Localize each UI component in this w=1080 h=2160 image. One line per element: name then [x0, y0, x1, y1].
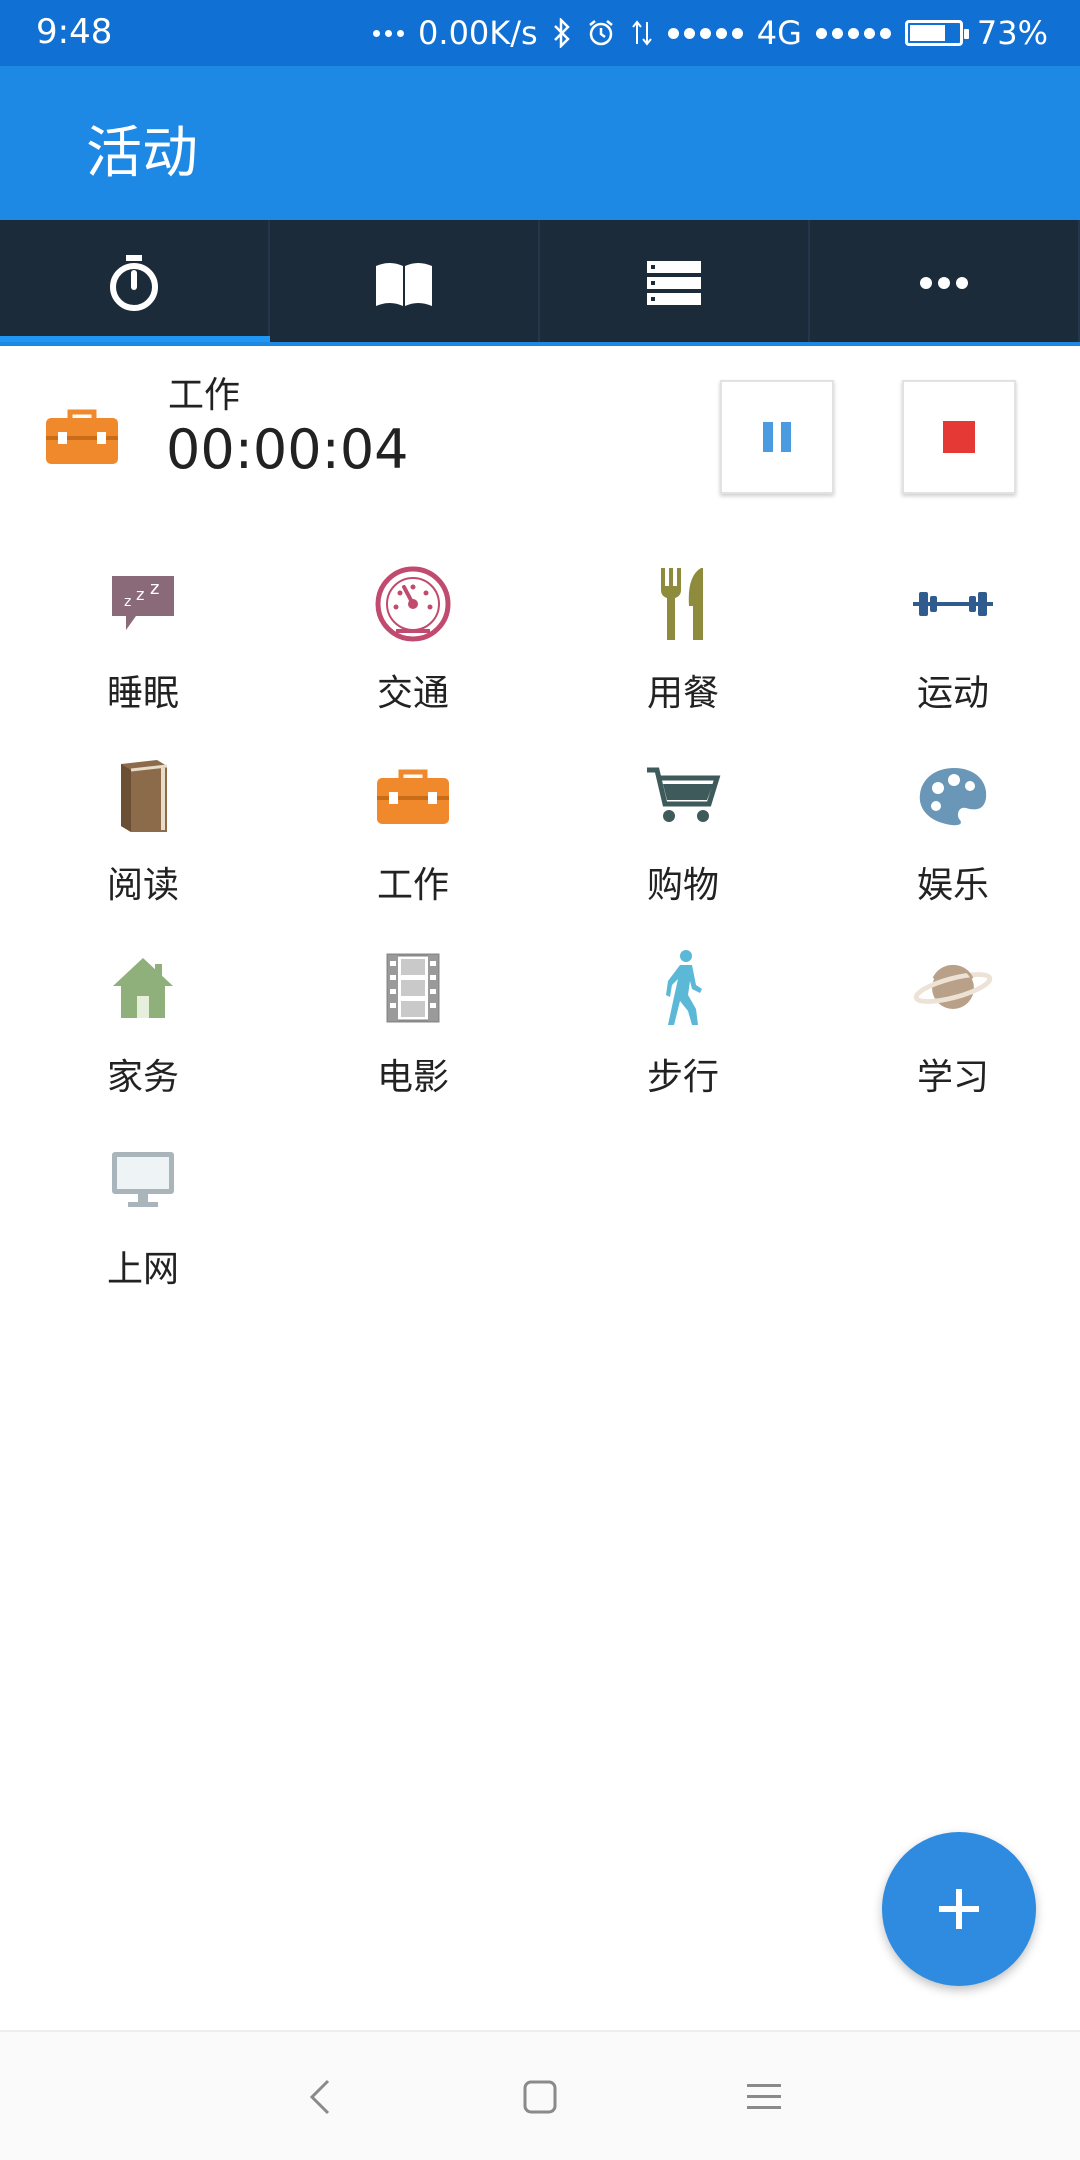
menu-button[interactable]: [724, 2062, 804, 2132]
activity-transport[interactable]: 交通: [270, 540, 540, 730]
current-activity-timer: 00:00:04: [166, 418, 409, 481]
palette-icon: [919, 768, 987, 826]
activity-label: 工作: [376, 865, 449, 906]
activity-label: 阅读: [106, 865, 179, 906]
activity-label: 娱乐: [916, 865, 989, 906]
stop-icon: [943, 421, 975, 453]
status-bar: 9:48 0.00K/s 4G 73%: [0, 0, 1080, 66]
activity-label: 购物: [646, 865, 719, 906]
list-icon: [647, 261, 701, 305]
svg-text:z: z: [124, 594, 131, 610]
alarm-icon: [588, 20, 613, 46]
activity-label: 步行: [646, 1057, 719, 1098]
back-button[interactable]: [280, 2062, 360, 2132]
home-button[interactable]: [500, 2062, 580, 2132]
cart-icon: [647, 767, 721, 822]
activity-dining[interactable]: 用餐: [540, 540, 810, 730]
status-icons: 0.00K/s 4G 73%: [373, 12, 1048, 54]
activity-internet[interactable]: 上网: [0, 1116, 270, 1306]
fork-knife-icon: [661, 568, 703, 640]
battery-percent: 73%: [976, 14, 1048, 52]
svg-text:z: z: [136, 585, 144, 604]
book-icon: [376, 263, 432, 306]
briefcase-icon: [46, 409, 118, 464]
activity-shopping[interactable]: 购物: [540, 732, 810, 922]
tab-list[interactable]: [540, 220, 810, 346]
tab-timer[interactable]: [0, 220, 270, 346]
sleep-icon: zzz: [112, 576, 174, 630]
activity-reading[interactable]: 阅读: [0, 732, 270, 922]
current-activity-name: 工作: [168, 375, 241, 416]
signal-icon: [667, 27, 743, 39]
more-dots-icon: [373, 29, 405, 37]
pause-button[interactable]: [720, 380, 834, 494]
activity-housework[interactable]: 家务: [0, 924, 270, 1114]
signal-2-icon: [815, 27, 891, 39]
monitor-icon: [112, 1152, 174, 1207]
home-icon: [523, 2080, 557, 2114]
house-icon: [113, 958, 173, 1018]
data-transfer-icon: [631, 20, 652, 46]
more-icon: [920, 277, 968, 289]
activity-work[interactable]: 工作: [270, 732, 540, 922]
plus-icon: [939, 1889, 979, 1929]
bluetooth-icon: [553, 18, 570, 48]
briefcase-icon: [377, 769, 449, 824]
activity-label: 交通: [376, 673, 449, 714]
pause-icon: [763, 422, 791, 452]
menu-icon: [747, 2084, 781, 2109]
stopwatch-icon: [110, 255, 158, 311]
tab-more[interactable]: [810, 220, 1080, 346]
book-icon: [121, 760, 168, 832]
activity-label: 睡眠: [106, 673, 179, 714]
activity-walking[interactable]: 步行: [540, 924, 810, 1114]
tab-bar: [0, 220, 1080, 346]
tab-reading[interactable]: [270, 220, 540, 346]
net-speed: 0.00K/s: [418, 14, 538, 52]
activity-study[interactable]: 学习: [810, 924, 1080, 1114]
page-title: 活动: [86, 121, 198, 186]
film-icon: [386, 953, 440, 1023]
activity-label: 运动: [916, 673, 989, 714]
status-time: 9:48: [36, 12, 113, 52]
add-activity-button[interactable]: [882, 1832, 1036, 1986]
system-nav-bar: [0, 2030, 1080, 2160]
activity-movie[interactable]: 电影: [270, 924, 540, 1114]
activity-label: 电影: [376, 1057, 449, 1098]
speedometer-icon: [375, 566, 451, 642]
app-bar: 活动: [0, 66, 1080, 220]
activity-exercise[interactable]: 运动: [810, 540, 1080, 730]
dumbbell-icon: [913, 592, 993, 616]
network-type: 4G: [756, 14, 802, 52]
planet-icon: [913, 964, 993, 1009]
activity-entertainment[interactable]: 娱乐: [810, 732, 1080, 922]
back-icon: [309, 2079, 330, 2115]
activity-label: 上网: [106, 1249, 179, 1290]
walking-icon: [666, 950, 702, 1025]
activity-sleep[interactable]: zzz 睡眠: [0, 540, 270, 730]
stop-button[interactable]: [902, 380, 1016, 494]
current-activity: 工作 00:00:04: [0, 346, 1080, 516]
svg-text:z: z: [150, 578, 159, 599]
activity-label: 用餐: [646, 673, 719, 714]
battery-icon: [904, 20, 969, 46]
activity-label: 学习: [916, 1057, 989, 1098]
activity-label: 家务: [106, 1057, 179, 1098]
